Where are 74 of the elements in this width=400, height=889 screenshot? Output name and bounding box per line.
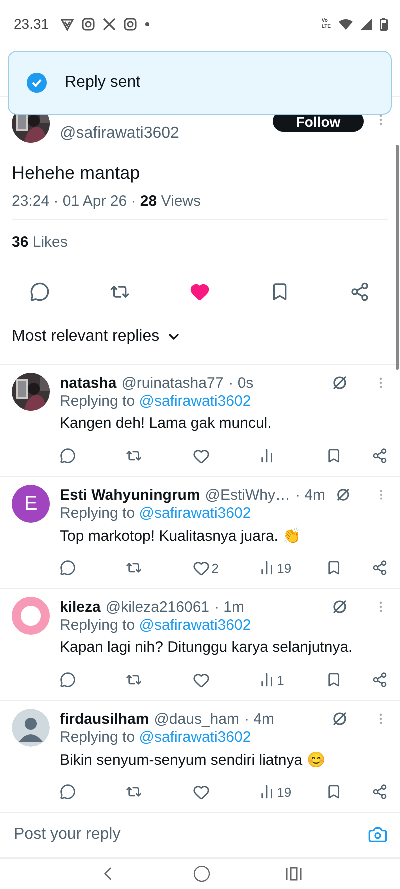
share-button[interactable] xyxy=(372,560,388,576)
slashed-circle-icon[interactable] xyxy=(332,599,348,615)
like-button[interactable]: 2 xyxy=(192,560,229,576)
bar-chart-icon xyxy=(259,672,276,688)
check-icon xyxy=(27,73,47,93)
reply-handle[interactable]: @EstiWhy… xyxy=(205,486,291,504)
reply-time: · 4m xyxy=(244,710,274,728)
share-icon[interactable] xyxy=(350,282,370,302)
reply-handle[interactable]: @ruinatasha77 xyxy=(122,374,224,392)
reply-text: Kangen deh! Lama gak muncul. xyxy=(60,415,273,434)
signal-icon xyxy=(361,18,372,30)
reply-time: · 1m xyxy=(214,598,245,616)
heart-icon xyxy=(192,448,210,464)
reply-author-name[interactable]: firdausilham xyxy=(60,710,150,728)
recents-button[interactable] xyxy=(285,866,303,882)
view-count: 19 xyxy=(277,784,292,800)
reply-icon[interactable] xyxy=(30,282,50,302)
replying-to: Replying to @safirawati3602 xyxy=(60,729,252,748)
views-button[interactable]: 19 xyxy=(259,560,296,576)
reply-input[interactable]: Post your reply xyxy=(12,825,368,845)
bookmark-button[interactable] xyxy=(326,560,342,576)
bookmark-button[interactable] xyxy=(326,672,342,688)
avatar[interactable]: E xyxy=(12,485,50,523)
post-meta: 23:24 · 01 Apr 26 · 28 Views xyxy=(12,191,388,220)
avatar[interactable] xyxy=(12,709,50,747)
battery-icon xyxy=(380,18,388,30)
bookmark-button[interactable] xyxy=(326,448,342,464)
scrollbar[interactable] xyxy=(396,145,399,370)
toast-message: Reply sent xyxy=(65,74,141,92)
sort-dropdown[interactable]: Most relevant replies xyxy=(12,328,182,346)
likes-count[interactable]: 36 Likes xyxy=(12,234,68,250)
slashed-circle-icon[interactable] xyxy=(336,487,350,503)
share-button[interactable] xyxy=(372,448,388,464)
like-icon[interactable] xyxy=(190,282,210,302)
slashed-circle-icon[interactable] xyxy=(332,711,348,727)
views-button[interactable]: 19 xyxy=(259,784,296,800)
camera-icon xyxy=(124,18,138,30)
camera-icon xyxy=(82,18,96,30)
share-button[interactable] xyxy=(372,672,388,688)
replying-to: Replying to @safirawati3602 xyxy=(60,505,252,524)
bookmark-button[interactable] xyxy=(326,784,342,800)
slashed-circle-icon[interactable] xyxy=(332,375,348,391)
post-text: Hehehe mantap xyxy=(11,162,142,185)
reply-text: Top markotop! Kualitasnya juara. 👏 xyxy=(60,527,303,547)
reply-text: Bikin senyum-senyum sendiri liatnya 😊 xyxy=(60,751,327,771)
replying-to: Replying to @safirawati3602 xyxy=(60,617,252,636)
views-button[interactable]: 1 xyxy=(259,672,296,688)
bar-chart-icon xyxy=(259,448,276,464)
dot-icon xyxy=(145,22,150,26)
reply-author-name[interactable]: natasha xyxy=(60,374,117,392)
share-button[interactable] xyxy=(372,784,388,800)
heart-icon xyxy=(192,560,210,576)
heart-icon xyxy=(192,784,210,800)
replying-to: Replying to @safirawati3602 xyxy=(60,393,252,412)
heart-icon xyxy=(192,672,210,688)
view-count: 1 xyxy=(277,672,284,688)
bar-chart-icon xyxy=(259,560,276,576)
reply-author-name[interactable]: Esti Wahyuningrum xyxy=(60,486,200,504)
shield-icon xyxy=(61,18,74,30)
bar-chart-icon xyxy=(259,784,276,800)
view-count: 19 xyxy=(277,560,292,576)
reply-handle[interactable]: @daus_ham xyxy=(154,710,240,728)
reply-author-name[interactable]: kileza xyxy=(60,598,101,616)
home-button[interactable] xyxy=(193,865,211,883)
cross-icon xyxy=(103,18,116,30)
reply-time: · 0s xyxy=(228,374,254,392)
like-count: 2 xyxy=(212,560,220,576)
reply-handle[interactable]: @kileza216061 xyxy=(106,598,210,616)
status-time: 23.31 xyxy=(14,16,50,32)
author-handle[interactable]: @safirawati3602 xyxy=(60,123,263,145)
reply-time: · 4m xyxy=(296,486,326,504)
camera-icon[interactable] xyxy=(368,825,388,845)
reply-text: Kapan lagi nih? Ditunggu karya selanjutnya. xyxy=(60,639,354,658)
wifi-icon xyxy=(339,18,353,30)
